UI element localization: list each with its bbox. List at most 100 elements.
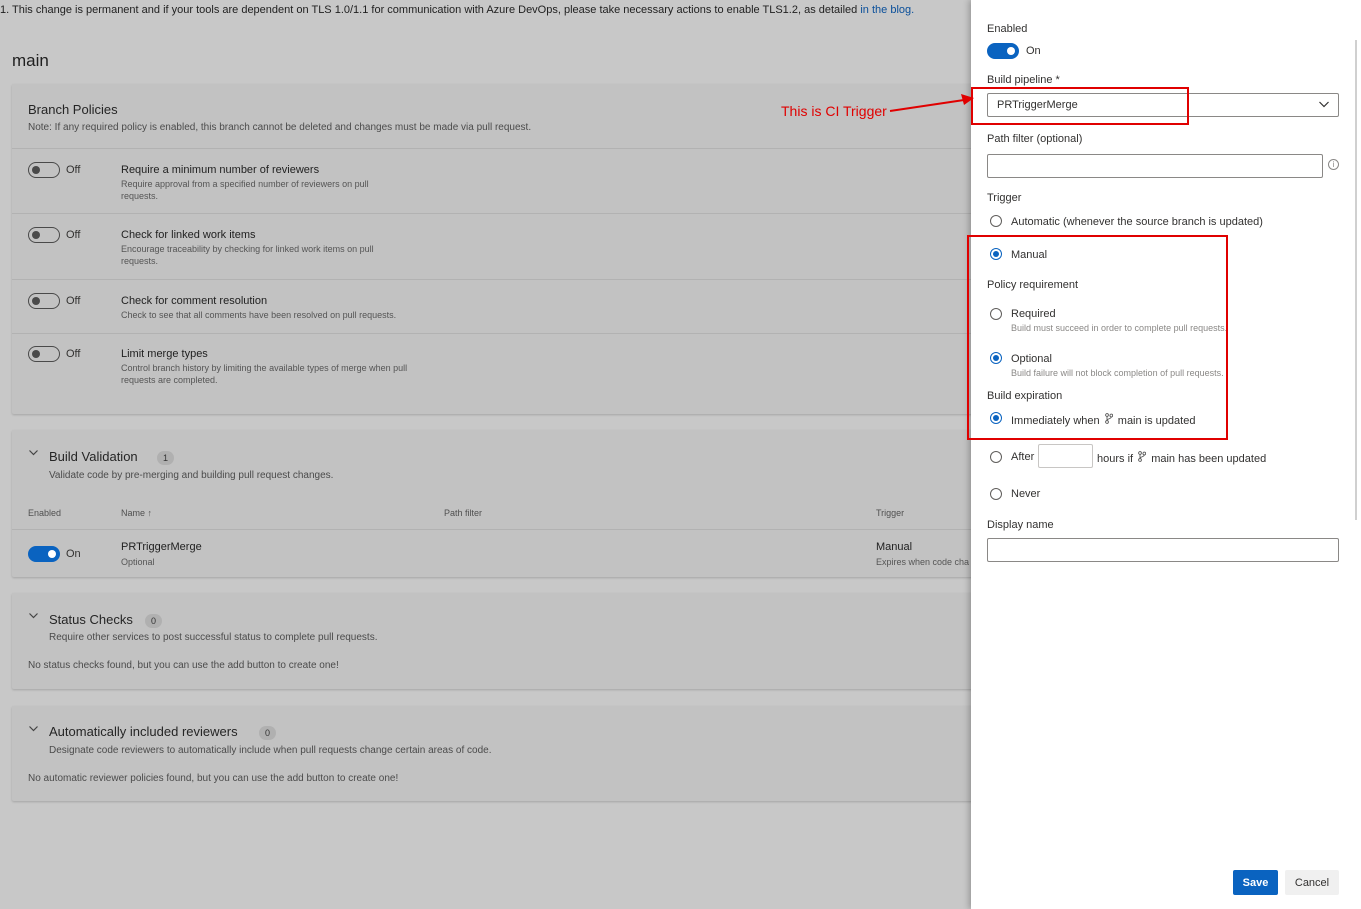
policy-title: Limit merge types [121,348,208,360]
enabled-label: Enabled [987,23,1028,35]
toggle-comment-resolution[interactable] [28,293,60,309]
optional-radio[interactable] [990,352,1002,364]
status-checks-empty: No status checks found, but you can use … [28,660,339,671]
policy-title: Require a minimum number of reviewers [121,164,320,176]
toggle-limit-merge-types[interactable] [28,346,60,362]
policy-title: Check for comment resolution [121,295,268,307]
optional-desc: Build failure will not block completion … [1011,368,1224,378]
divider [12,333,971,334]
divider [12,529,971,530]
branch-icon [1138,451,1147,465]
status-checks-card: Status Checks 0 Require other services t… [12,593,971,689]
enabled-toggle[interactable] [987,43,1019,59]
toggle-linked-work-items-state: Off [66,229,81,241]
sort-ascending-icon: ↑ [147,508,153,518]
auto-reviewers-card: Automatically included reviewers 0 Desig… [12,706,971,801]
toggle-linked-work-items[interactable] [28,227,60,243]
column-header-name-label: Name [121,508,146,518]
expire-hours-post: main has been updated [1151,453,1267,465]
expire-hours-label: hours if main has been updated [1097,451,1266,465]
tls-notice-text: 1. This change is permanent and if your … [0,4,861,16]
expire-never-radio[interactable] [990,488,1002,500]
trigger-manual-label: Manual [1011,249,1048,261]
pipeline-trigger-expiry: Expires when code cha [876,557,970,567]
enabled-state: On [1026,45,1041,57]
column-header-path-filter[interactable]: Path filter [444,508,482,518]
display-name-label: Display name [987,519,1054,531]
required-label: Required [1011,308,1056,320]
chevron-down-icon[interactable] [28,610,39,624]
branch-policies-note: Note: If any required policy is enabled,… [28,122,532,133]
pipeline-requirement: Optional [121,557,155,567]
build-pipeline-value: PRTriggerMerge [997,99,1078,111]
trigger-automatic-label: Automatic (whenever the source branch is… [1011,216,1263,228]
status-checks-title: Status Checks [49,612,133,627]
build-pipeline-label: Build pipeline * [987,74,1060,86]
expire-hours-input[interactable] [1038,444,1093,468]
expire-after-label: After [1011,451,1035,463]
policy-desc: Check to see that all comments have been… [121,310,397,320]
pipeline-name[interactable]: PRTriggerMerge [121,541,202,553]
tls-notice: 1. This change is permanent and if your … [0,4,914,16]
info-icon[interactable]: i [1328,159,1339,170]
toggle-limit-merge-types-state: Off [66,348,81,360]
toggle-comment-resolution-state: Off [66,295,81,307]
branch-settings-page: 1. This change is permanent and if your … [0,0,971,909]
toggle-min-reviewers[interactable] [28,162,60,178]
expire-immediately-radio[interactable] [990,412,1002,424]
expire-immediately-pre: Immediately when [1011,415,1100,427]
auto-reviewers-empty: No automatic reviewer policies found, bu… [28,773,399,784]
scrollbar[interactable] [1355,40,1357,520]
auto-reviewers-title: Automatically included reviewers [49,724,238,739]
count-badge: 0 [145,614,162,628]
annotation-label: This is CI Trigger [781,103,887,119]
build-expiration-label: Build expiration [987,390,1063,402]
column-header-trigger[interactable]: Trigger [876,508,904,518]
save-button[interactable]: Save [1233,870,1278,895]
count-badge: 0 [259,726,276,740]
expire-after-radio[interactable] [990,451,1002,463]
policy-title: Check for linked work items [121,229,256,241]
tls-notice-link[interactable]: in the blog. [860,4,914,16]
trigger-label: Trigger [987,192,1022,204]
trigger-manual-radio[interactable] [990,248,1002,260]
branch-icon [1104,413,1113,427]
display-name-input[interactable] [987,538,1339,562]
expire-hours-pre: hours if [1097,453,1134,465]
chevron-down-icon[interactable] [28,723,39,737]
build-policy-panel: Enabled On Build pipeline * PRTriggerMer… [971,0,1361,909]
divider [12,148,971,149]
count-badge: 1 [157,451,174,465]
status-checks-desc: Require other services to post successfu… [49,632,378,643]
required-radio[interactable] [990,308,1002,320]
toggle-min-reviewers-state: Off [66,164,81,176]
expire-immediately-label: Immediately when main is updated [1011,413,1195,427]
required-desc: Build must succeed in order to complete … [1011,323,1228,333]
column-header-enabled[interactable]: Enabled [28,508,61,518]
toggle-build-policy-state: On [66,548,81,560]
chevron-down-icon[interactable] [28,447,39,461]
toggle-build-policy[interactable] [28,546,60,562]
branch-policies-card: Branch Policies Note: If any required po… [12,84,971,414]
annotation-arrow [889,94,974,112]
build-pipeline-select[interactable]: PRTriggerMerge [987,93,1339,117]
optional-label: Optional [1011,353,1052,365]
pipeline-trigger: Manual [876,541,913,553]
build-validation-title: Build Validation [49,449,138,464]
branch-policies-title: Branch Policies [28,102,118,117]
policy-desc: Require approval from a specified number… [121,179,369,201]
policy-desc: Encourage traceability by checking for l… [121,244,374,266]
auto-reviewers-desc: Designate code reviewers to automaticall… [49,745,492,756]
expire-immediately-post: main is updated [1117,415,1196,427]
build-validation-card: Build Validation 1 Validate code by pre-… [12,430,971,577]
column-header-name[interactable]: Name ↑ [121,508,152,518]
page-title: main [12,51,49,70]
divider [12,279,971,280]
expire-never-label: Never [1011,488,1041,500]
cancel-button[interactable]: Cancel [1285,870,1339,895]
build-validation-desc: Validate code by pre-merging and buildin… [49,470,334,481]
chevron-down-icon [1318,98,1330,110]
trigger-automatic-radio[interactable] [990,215,1002,227]
policy-desc: Control branch history by limiting the a… [121,363,408,385]
path-filter-input[interactable] [987,154,1323,178]
